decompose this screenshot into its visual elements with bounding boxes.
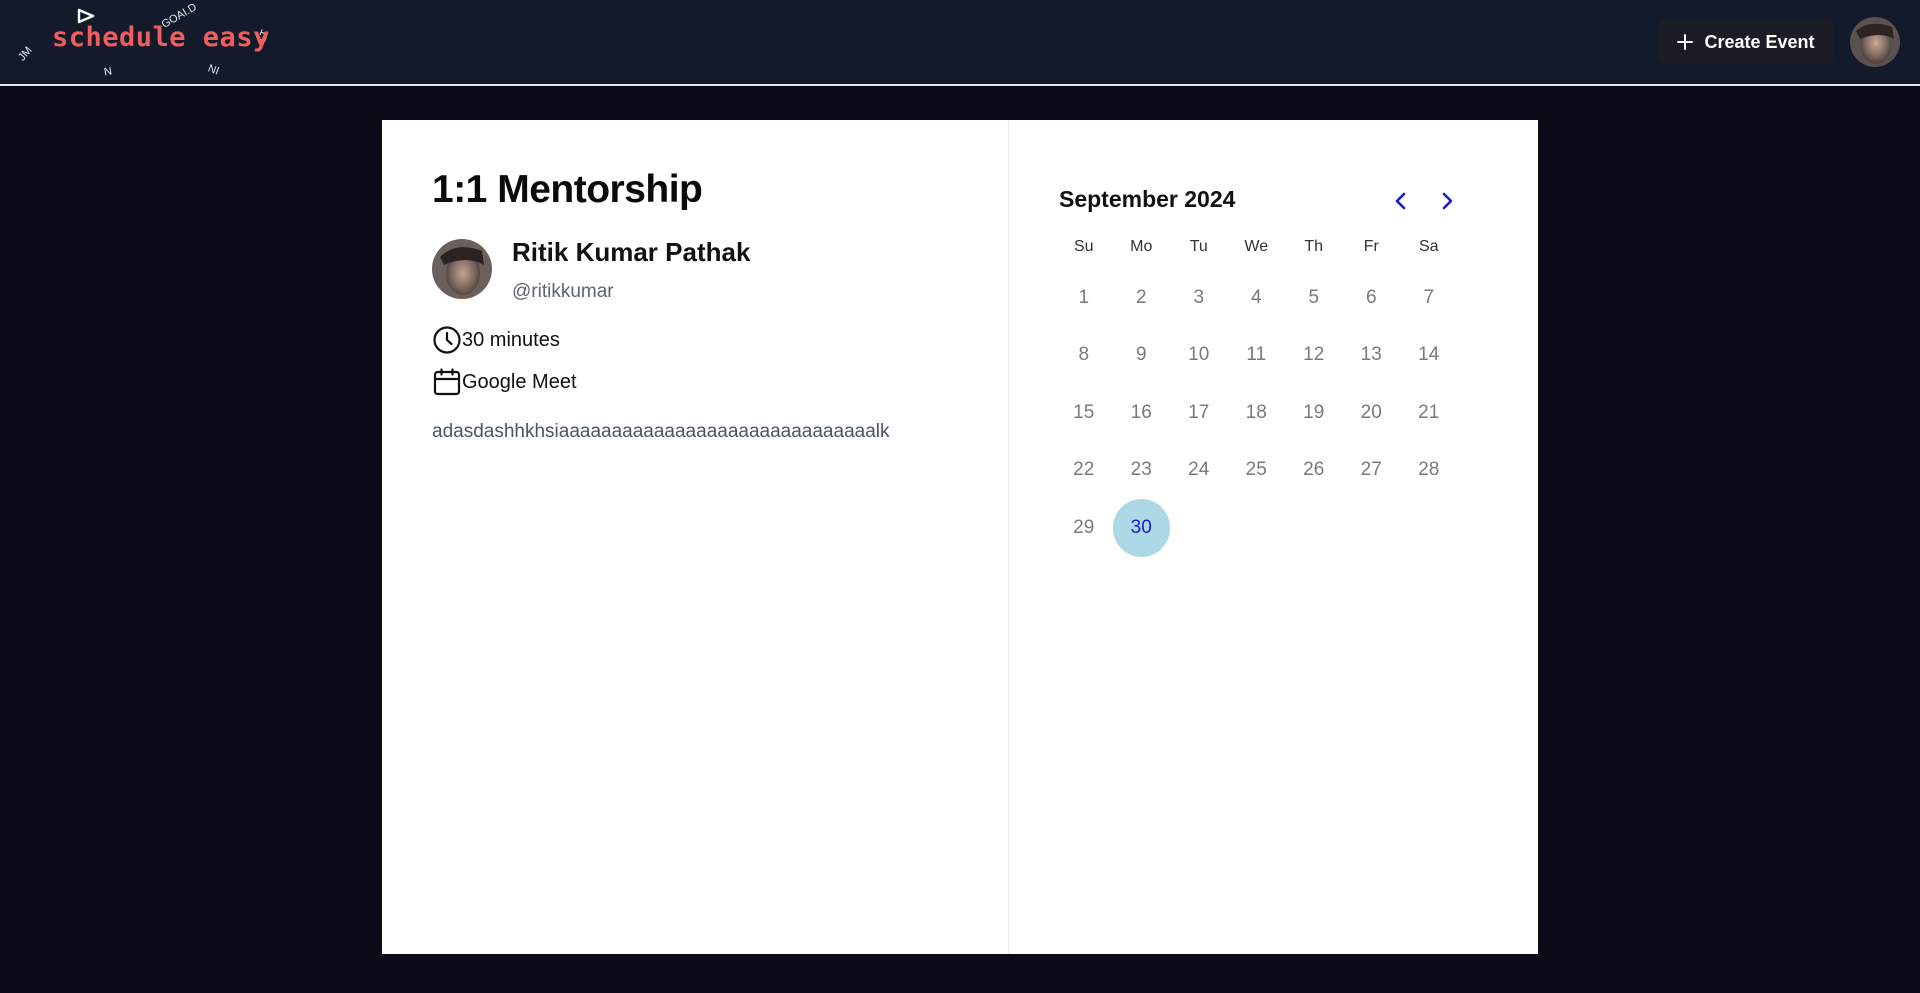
weekday-label: Mo [1130, 238, 1153, 255]
previous-month-button[interactable] [1384, 184, 1418, 218]
duration-row: 30 minutes [432, 325, 1008, 355]
calendar-day-empty [1343, 499, 1401, 557]
calendar-icon [433, 368, 461, 396]
calendar-day[interactable]: 24 [1170, 442, 1228, 500]
event-description: adasdashhkhsiaaaaaaaaaaaaaaaaaaaaaaaaaaa… [432, 421, 890, 442]
calendar-day[interactable]: 18 [1228, 384, 1286, 442]
create-event-button[interactable]: Create Event [1657, 20, 1834, 64]
plus-icon [1677, 34, 1694, 50]
weekday-header: Su Mo Tu We Th Fr Sa [1055, 238, 1458, 256]
calendar-day[interactable]: 7 [1400, 269, 1458, 327]
chevron-right-icon [1442, 192, 1453, 210]
calendar-day[interactable]: 16 [1113, 384, 1171, 442]
host-info: Ritik Kumar Pathak @ritikkumar [432, 239, 1008, 303]
calendar-day[interactable]: 22 [1055, 442, 1113, 500]
host-name: Ritik Kumar Pathak [512, 237, 751, 267]
calendar-day-empty [1285, 499, 1343, 557]
location-text: Google Meet [462, 370, 577, 393]
calendar-day-empty [1400, 499, 1458, 557]
booking-card: 1:1 Mentorship Ritik Kumar Pathak @ritik… [382, 120, 1538, 954]
calendar-day[interactable]: 27 [1343, 442, 1401, 500]
weekday-label: Sa [1418, 238, 1439, 255]
calendar-week: 8 9 10 11 12 13 14 [1055, 327, 1458, 385]
calendar-day[interactable]: 5 [1285, 269, 1343, 327]
calendar-day[interactable]: 10 [1170, 327, 1228, 385]
host-avatar-image [432, 239, 492, 299]
calendar-day[interactable]: 12 [1285, 327, 1343, 385]
location-row: Google Meet [432, 367, 1008, 397]
calendar-day[interactable]: 11 [1228, 327, 1286, 385]
calendar-day[interactable]: 13 [1343, 327, 1401, 385]
event-details-panel: 1:1 Mentorship Ritik Kumar Pathak @ritik… [382, 120, 1009, 954]
calendar-day[interactable]: 20 [1343, 384, 1401, 442]
user-avatar[interactable] [1850, 17, 1900, 67]
logo-fragment: NI [206, 62, 221, 78]
calendar-day[interactable]: 6 [1343, 269, 1401, 327]
calendar-day[interactable]: 3 [1170, 269, 1228, 327]
calendar-day[interactable]: 28 [1400, 442, 1458, 500]
weekday-label: Tu [1189, 238, 1208, 255]
calendar-day[interactable]: 9 [1113, 327, 1171, 385]
host-avatar [432, 239, 492, 299]
calendar-day-empty [1228, 499, 1286, 557]
calendar-week: 29 30 [1055, 499, 1458, 557]
top-nav: GOAI.D LT JM N NI schedule easy Create E… [0, 0, 1920, 86]
app-logo[interactable]: GOAI.D LT JM N NI schedule easy [14, 1, 284, 80]
calendar-day[interactable]: 14 [1400, 327, 1458, 385]
calendar-day[interactable]: 15 [1055, 384, 1113, 442]
logo-wordmark: schedule easy [52, 22, 270, 53]
calendar-day-selected[interactable]: 30 [1112, 499, 1170, 557]
calendar-day[interactable]: 25 [1228, 442, 1286, 500]
calendar-day[interactable]: 21 [1400, 384, 1458, 442]
weekday-label: We [1244, 238, 1269, 255]
calendar-week: 15 16 17 18 19 20 21 [1055, 384, 1458, 442]
calendar-panel: September 2024 Su Mo Tu We Th Fr Sa 1 2 … [1009, 120, 1538, 954]
calendar-week: 1 2 3 4 5 6 7 [1055, 269, 1458, 327]
logo-fragment: N [103, 65, 113, 79]
calendar-day[interactable]: 4 [1228, 269, 1286, 327]
weekday-label: Su [1073, 238, 1094, 255]
calendar-week: 22 23 24 25 26 27 28 [1055, 442, 1458, 500]
calendar-day[interactable]: 1 [1055, 269, 1113, 327]
calendar-day[interactable]: 26 [1285, 442, 1343, 500]
calendar-day[interactable]: 19 [1285, 384, 1343, 442]
weekday-label: Th [1304, 238, 1324, 255]
duration-text: 30 minutes [462, 328, 560, 351]
avatar-image [1850, 17, 1900, 67]
calendar-day[interactable]: 2 [1113, 269, 1171, 327]
chevron-left-icon [1395, 192, 1406, 210]
event-title: 1:1 Mentorship [432, 168, 703, 211]
calendar-day-empty [1170, 499, 1228, 557]
next-month-button[interactable] [1430, 184, 1464, 218]
host-handle: @ritikkumar [512, 281, 614, 302]
clock-icon [433, 326, 461, 354]
calendar-month-label: September 2024 [1059, 186, 1236, 212]
create-event-label: Create Event [1704, 31, 1815, 52]
calendar-day[interactable]: 17 [1170, 384, 1228, 442]
calendar-day[interactable]: 29 [1055, 499, 1113, 557]
calendar-day[interactable]: 8 [1055, 327, 1113, 385]
calendar-day[interactable]: 23 [1113, 442, 1171, 500]
weekday-label: Fr [1363, 238, 1379, 255]
logo-fragment: JM [16, 44, 35, 64]
